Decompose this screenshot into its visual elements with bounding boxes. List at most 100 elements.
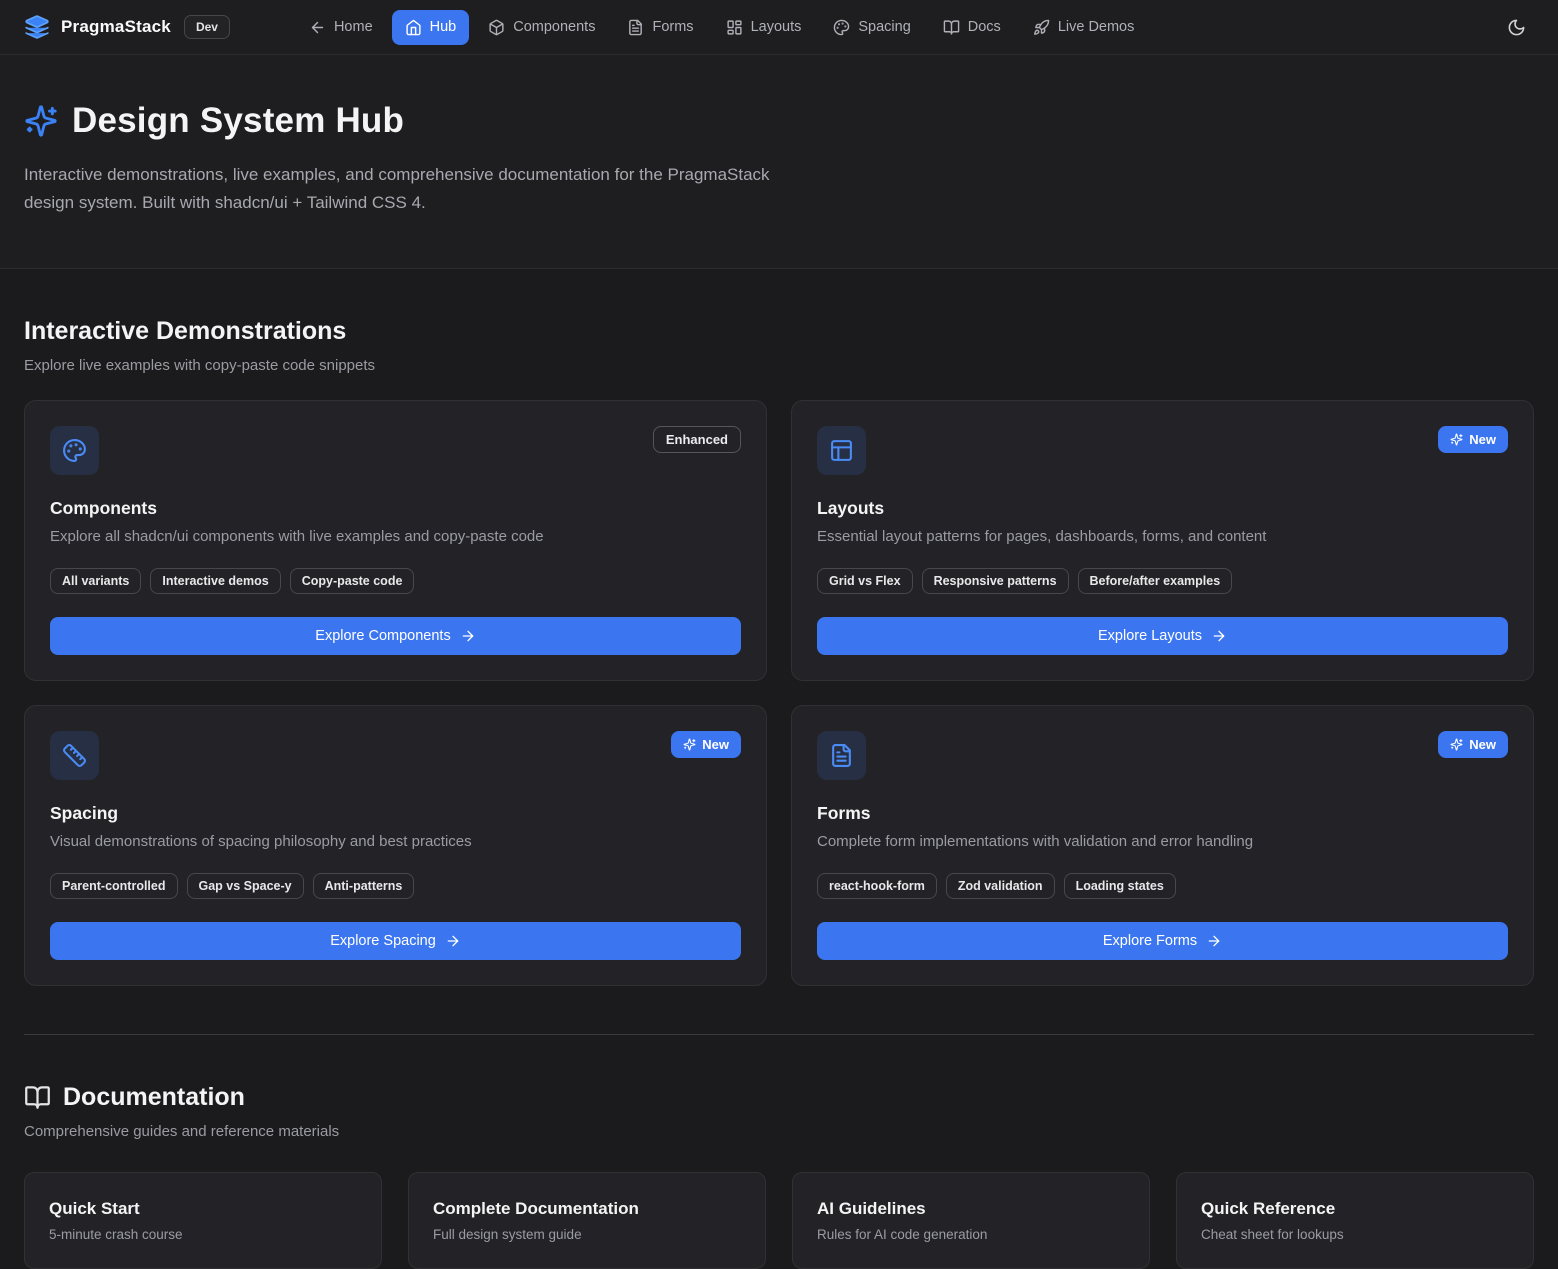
tag-row: All variants Interactive demos Copy-past… bbox=[50, 568, 741, 594]
tag: Zod validation bbox=[946, 873, 1055, 899]
status-badge: Enhanced bbox=[653, 426, 741, 453]
demo-card-layouts: New Layouts Essential layout patterns fo… bbox=[791, 400, 1534, 681]
file-text-icon bbox=[627, 19, 644, 36]
demo-card-spacing: New Spacing Visual demonstrations of spa… bbox=[24, 705, 767, 986]
tag: Copy-paste code bbox=[290, 568, 415, 594]
tag: All variants bbox=[50, 568, 141, 594]
panels-top-left-icon bbox=[817, 426, 866, 475]
page-subtitle: Interactive demonstrations, live example… bbox=[24, 161, 779, 216]
cta-label: Explore Layouts bbox=[1098, 628, 1202, 644]
card-title: Forms bbox=[817, 803, 1508, 824]
nav-item-spacing[interactable]: Spacing bbox=[820, 10, 923, 45]
tag: Responsive patterns bbox=[922, 568, 1069, 594]
moon-icon bbox=[1507, 18, 1526, 37]
nav-label: Home bbox=[334, 19, 373, 35]
layers-icon bbox=[24, 14, 50, 40]
tag: Before/after examples bbox=[1078, 568, 1233, 594]
page-title: Design System Hub bbox=[72, 101, 404, 141]
doc-card-title: Quick Reference bbox=[1201, 1199, 1509, 1219]
cta-label: Explore Spacing bbox=[330, 933, 436, 949]
tag-row: Grid vs Flex Responsive patterns Before/… bbox=[817, 568, 1508, 594]
status-badge: New bbox=[671, 731, 741, 758]
tag-row: Parent-controlled Gap vs Space-y Anti-pa… bbox=[50, 873, 741, 899]
card-description: Complete form implementations with valid… bbox=[817, 833, 1508, 850]
demo-card-forms: New Forms Complete form implementations … bbox=[791, 705, 1534, 986]
card-title: Layouts bbox=[817, 498, 1508, 519]
tag-row: react-hook-form Zod validation Loading s… bbox=[817, 873, 1508, 899]
tag: Grid vs Flex bbox=[817, 568, 913, 594]
layout-grid-icon bbox=[726, 19, 743, 36]
doc-card-description: 5-minute crash course bbox=[49, 1227, 357, 1242]
doc-card-title: AI Guidelines bbox=[817, 1199, 1125, 1219]
badge-label: New bbox=[1469, 432, 1496, 447]
explore-spacing-button[interactable]: Explore Spacing bbox=[50, 922, 741, 960]
palette-icon bbox=[833, 19, 850, 36]
doc-card-quick-start[interactable]: Quick Start 5-minute crash course bbox=[24, 1172, 382, 1269]
nav-label: Components bbox=[513, 19, 595, 35]
ruler-icon bbox=[50, 731, 99, 780]
file-text-icon bbox=[817, 731, 866, 780]
book-open-icon bbox=[24, 1084, 51, 1111]
doc-card-description: Full design system guide bbox=[433, 1227, 741, 1242]
home-icon bbox=[405, 19, 422, 36]
book-open-icon bbox=[943, 19, 960, 36]
nav-item-forms[interactable]: Forms bbox=[614, 10, 706, 45]
doc-card-description: Cheat sheet for lookups bbox=[1201, 1227, 1509, 1242]
card-title: Spacing bbox=[50, 803, 741, 824]
tag: Interactive demos bbox=[150, 568, 280, 594]
documentation-heading: Documentation bbox=[24, 1083, 1534, 1112]
nav-item-components[interactable]: Components bbox=[475, 10, 608, 45]
box-icon bbox=[488, 19, 505, 36]
tag: Anti-patterns bbox=[313, 873, 415, 899]
nav-label: Docs bbox=[968, 19, 1001, 35]
sparkles-icon bbox=[1450, 433, 1463, 446]
nav-item-docs[interactable]: Docs bbox=[930, 10, 1014, 45]
explore-forms-button[interactable]: Explore Forms bbox=[817, 922, 1508, 960]
card-description: Visual demonstrations of spacing philoso… bbox=[50, 833, 741, 850]
arrow-right-icon bbox=[1211, 628, 1227, 644]
status-badge: New bbox=[1438, 731, 1508, 758]
sparkles-icon bbox=[1450, 738, 1463, 751]
tag: Parent-controlled bbox=[50, 873, 178, 899]
nav-label: Spacing bbox=[858, 19, 910, 35]
badge-label: New bbox=[1469, 737, 1496, 752]
sparkles-icon bbox=[24, 104, 58, 138]
brand[interactable]: PragmaStack Dev bbox=[24, 14, 230, 40]
badge-label: New bbox=[702, 737, 729, 752]
arrow-right-icon bbox=[460, 628, 476, 644]
nav-item-hub[interactable]: Hub bbox=[392, 10, 470, 45]
nav-item-layouts[interactable]: Layouts bbox=[713, 10, 815, 45]
documentation-heading-label: Documentation bbox=[63, 1083, 245, 1112]
doc-card-quick-reference[interactable]: Quick Reference Cheat sheet for lookups bbox=[1176, 1172, 1534, 1269]
theme-toggle-button[interactable] bbox=[1499, 10, 1534, 45]
arrow-right-icon bbox=[445, 933, 461, 949]
doc-card-grid: Quick Start 5-minute crash course Comple… bbox=[24, 1172, 1534, 1269]
demo-card-components: Enhanced Components Explore all shadcn/u… bbox=[24, 400, 767, 681]
doc-card-complete-documentation[interactable]: Complete Documentation Full design syste… bbox=[408, 1172, 766, 1269]
main-nav: Home Hub Components Forms Layouts bbox=[296, 10, 1147, 45]
palette-icon bbox=[50, 426, 99, 475]
nav-label: Hub bbox=[430, 19, 457, 35]
tag: Loading states bbox=[1064, 873, 1176, 899]
doc-card-title: Complete Documentation bbox=[433, 1199, 741, 1219]
explore-layouts-button[interactable]: Explore Layouts bbox=[817, 617, 1508, 655]
nav-label: Live Demos bbox=[1058, 19, 1135, 35]
rocket-icon bbox=[1033, 19, 1050, 36]
cta-label: Explore Forms bbox=[1103, 933, 1197, 949]
hero-section: Design System Hub Interactive demonstrat… bbox=[0, 55, 1558, 269]
card-title: Components bbox=[50, 498, 741, 519]
doc-card-ai-guidelines[interactable]: AI Guidelines Rules for AI code generati… bbox=[792, 1172, 1150, 1269]
explore-components-button[interactable]: Explore Components bbox=[50, 617, 741, 655]
env-badge: Dev bbox=[184, 15, 230, 39]
cta-label: Explore Components bbox=[315, 628, 450, 644]
nav-item-home[interactable]: Home bbox=[296, 10, 386, 45]
top-navbar: PragmaStack Dev Home Hub Components Fo bbox=[0, 0, 1558, 55]
card-description: Explore all shadcn/ui components with li… bbox=[50, 528, 741, 545]
section-divider bbox=[24, 1034, 1534, 1035]
nav-item-live-demos[interactable]: Live Demos bbox=[1020, 10, 1148, 45]
doc-card-title: Quick Start bbox=[49, 1199, 357, 1219]
doc-card-description: Rules for AI code generation bbox=[817, 1227, 1125, 1242]
tag: react-hook-form bbox=[817, 873, 937, 899]
documentation-subheading: Comprehensive guides and reference mater… bbox=[24, 1123, 1534, 1140]
main-content: Interactive Demonstrations Explore live … bbox=[0, 269, 1558, 1269]
